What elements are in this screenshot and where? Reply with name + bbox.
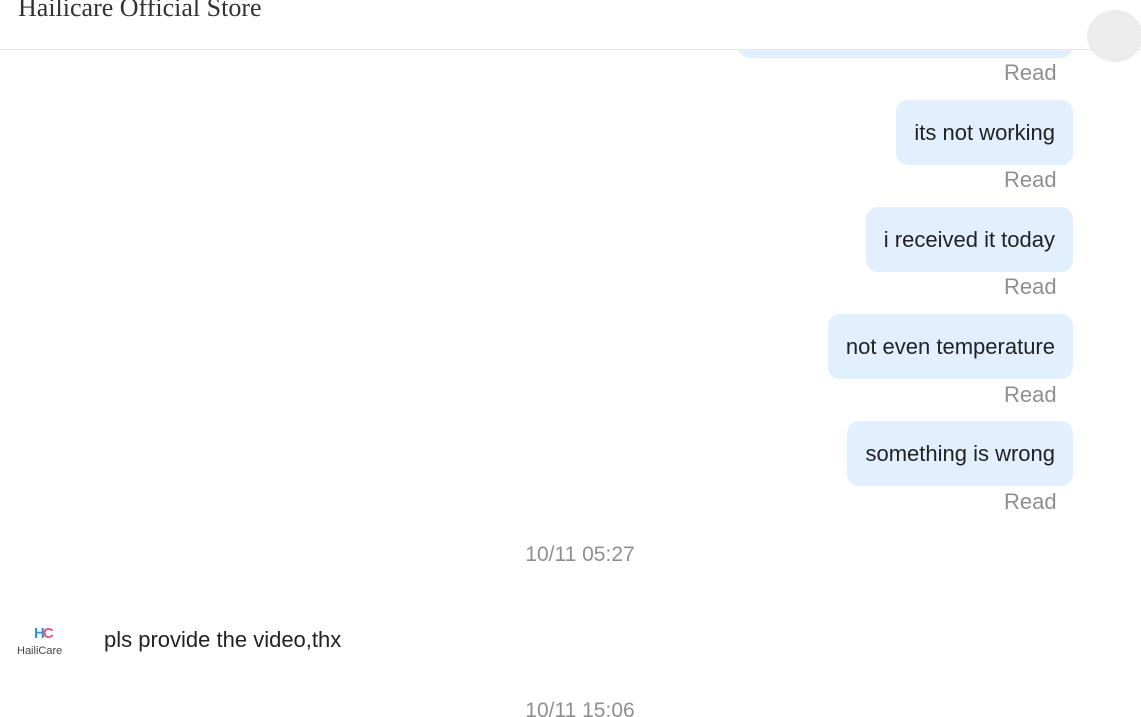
read-status: Read <box>1004 489 1057 514</box>
outgoing-message[interactable]: not even temperature <box>827 314 1073 379</box>
logo-text: HailiCare <box>17 645 63 657</box>
read-status: Read <box>1004 382 1057 407</box>
read-status: Read <box>1004 167 1057 192</box>
read-status: Read <box>1004 274 1057 299</box>
chat-header: Hailicare Official Store <box>0 0 1141 50</box>
message-text: not even temperature <box>845 333 1055 359</box>
message-timestamp: 10/11 15:06 <box>525 699 635 717</box>
outgoing-message[interactable]: its not working <box>896 100 1073 165</box>
logo-mark: HC <box>34 625 54 642</box>
store-logo[interactable]: HC HailiCare <box>14 625 74 661</box>
outgoing-message[interactable]: something is wrong <box>847 421 1073 486</box>
message-timestamp: 10/11 05:27 <box>525 543 635 566</box>
message-text: pls provide the video,thx <box>104 627 342 652</box>
incoming-message[interactable]: HC HailiCare pls provide the video,thx <box>0 619 600 663</box>
read-status: Read <box>1004 60 1057 85</box>
previous-message-bubble <box>738 50 1073 58</box>
outgoing-message[interactable]: i received it today <box>865 207 1073 272</box>
message-text: something is wrong <box>865 440 1055 466</box>
message-list[interactable]: Read its not working Read i received it … <box>0 50 1141 717</box>
message-text: its not working <box>914 119 1055 145</box>
store-title: Hailicare Official Store <box>18 0 262 22</box>
message-text: i received it today <box>883 226 1055 252</box>
